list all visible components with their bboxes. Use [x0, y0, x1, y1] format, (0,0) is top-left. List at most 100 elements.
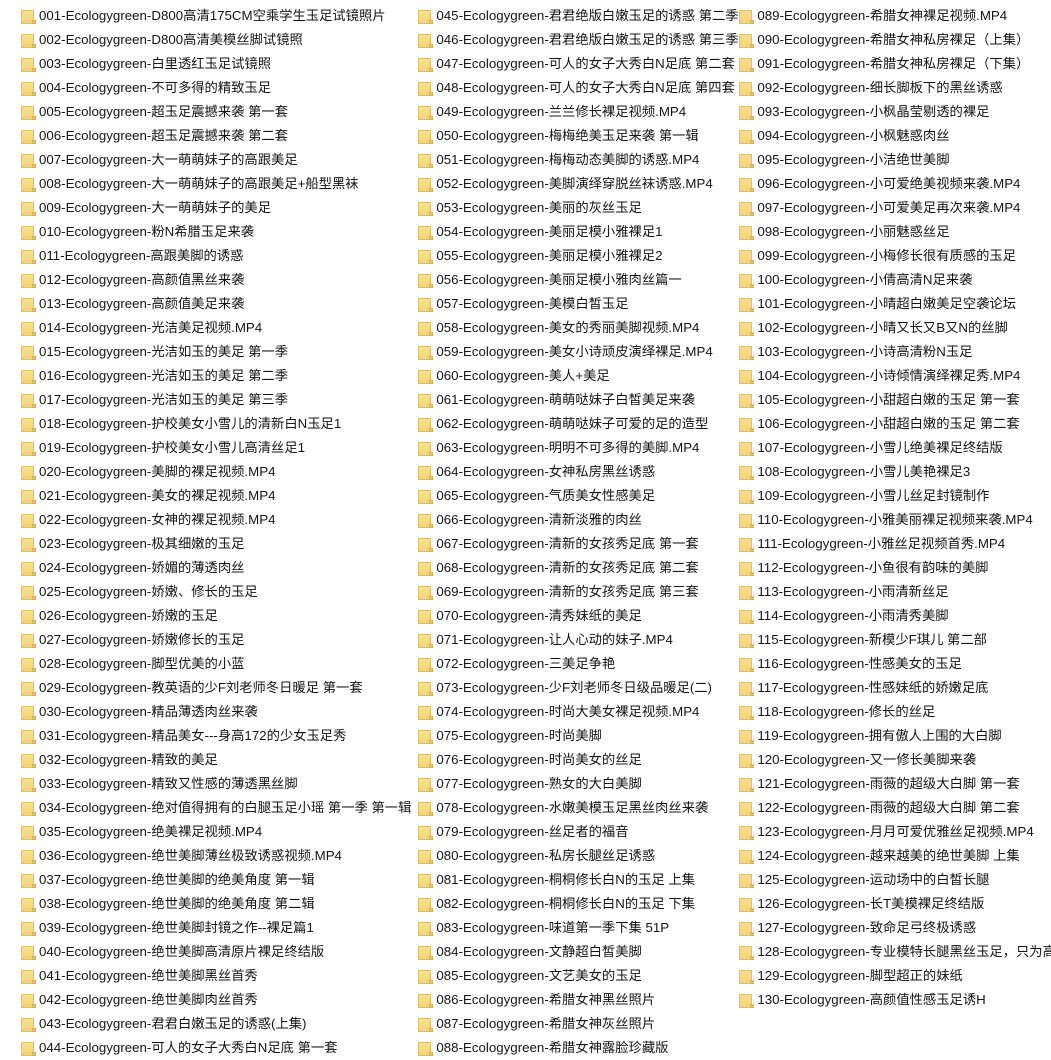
file-list-item[interactable]: 048-Ecologygreen-可人的女子大秀白N足底 第四套 [418, 76, 735, 100]
file-list-item[interactable]: 023-Ecologygreen-极其细嫩的玉足 [21, 532, 244, 556]
file-list-item[interactable]: 062-Ecologygreen-萌萌哒妹子可爱的足的造型 [418, 412, 708, 436]
file-list-item[interactable]: 032-Ecologygreen-精致的美足 [21, 748, 218, 772]
file-list-item[interactable]: 092-Ecologygreen-细长脚板下的黑丝诱惑 [739, 76, 1003, 100]
file-list-item[interactable]: 043-Ecologygreen-君君白嫩玉足的诱惑(上集) [21, 1012, 306, 1036]
file-list-item[interactable]: 066-Ecologygreen-清新淡雅的肉丝 [418, 508, 642, 532]
file-list-item[interactable]: 027-Ecologygreen-娇嫩修长的玉足 [21, 628, 244, 652]
file-list-item[interactable]: 035-Ecologygreen-绝美裸足视频.MP4 [21, 820, 262, 844]
file-list-item[interactable]: 101-Ecologygreen-小晴超白嫩美足空袭论坛 [739, 292, 1016, 316]
file-list-item[interactable]: 021-Ecologygreen-美女的裸足视频.MP4 [21, 484, 275, 508]
file-list-item[interactable]: 006-Ecologygreen-超玉足震撼来袭 第二套 [21, 124, 288, 148]
file-list-item[interactable]: 040-Ecologygreen-绝世美脚高清原片裸足终结版 [21, 940, 324, 964]
file-list-item[interactable]: 076-Ecologygreen-时尚美女的丝足 [418, 748, 642, 772]
file-list-item[interactable]: 109-Ecologygreen-小雪儿丝足封镜制作 [739, 484, 989, 508]
file-list-item[interactable]: 081-Ecologygreen-桐桐修长白N的玉足 上集 [418, 868, 695, 892]
file-list-item[interactable]: 126-Ecologygreen-长T美模裸足终结版 [739, 892, 984, 916]
file-list-item[interactable]: 119-Ecologygreen-拥有傲人上围的大白脚 [739, 724, 1002, 748]
file-list-item[interactable]: 042-Ecologygreen-绝世美脚肉丝首秀 [21, 988, 258, 1012]
file-list-item[interactable]: 030-Ecologygreen-精品薄透肉丝来袭 [21, 700, 258, 724]
file-list-item[interactable]: 117-Ecologygreen-性感妹纸的娇嫩足底 [739, 676, 988, 700]
file-list-item[interactable]: 095-Ecologygreen-小洁绝世美脚 [739, 148, 950, 172]
file-list-item[interactable]: 001-Ecologygreen-D800高清175CM空乘学生玉足试镜照片 [21, 4, 386, 28]
file-list-item[interactable]: 113-Ecologygreen-小雨清新丝足 [739, 580, 949, 604]
file-list-item[interactable]: 071-Ecologygreen-让人心动的妹子.MP4 [418, 628, 673, 652]
file-list-item[interactable]: 060-Ecologygreen-美人+美足 [418, 364, 610, 388]
file-list-item[interactable]: 026-Ecologygreen-娇嫩的玉足 [21, 604, 218, 628]
file-list-item[interactable]: 033-Ecologygreen-精致又性感的薄透黑丝脚 [21, 772, 298, 796]
file-list-item[interactable]: 037-Ecologygreen-绝世美脚的绝美角度 第一辑 [21, 868, 315, 892]
file-list-item[interactable]: 072-Ecologygreen-三美足争艳 [418, 652, 615, 676]
file-list-item[interactable]: 127-Ecologygreen-致命足弓终极诱惑 [739, 916, 976, 940]
file-list-item[interactable]: 041-Ecologygreen-绝世美脚黑丝首秀 [21, 964, 258, 988]
file-list-item[interactable]: 039-Ecologygreen-绝世美脚封镜之作--裸足篇1 [21, 916, 314, 940]
file-list-item[interactable]: 130-Ecologygreen-高颜值性感玉足诱H [739, 988, 986, 1012]
file-list-item[interactable]: 008-Ecologygreen-大一萌萌妹子的高跟美足+船型黑袜 [21, 172, 359, 196]
file-list-item[interactable]: 093-Ecologygreen-小枫晶莹剔透的裸足 [739, 100, 989, 124]
file-list-item[interactable]: 013-Ecologygreen-高颜值美足来袭 [21, 292, 244, 316]
file-list-item[interactable]: 111-Ecologygreen-小雅丝足视频首秀.MP4 [739, 532, 1005, 556]
file-list-item[interactable]: 088-Ecologygreen-希腊女神露脸珍藏版 [418, 1036, 668, 1060]
file-list-item[interactable]: 074-Ecologygreen-时尚大美女裸足视频.MP4 [418, 700, 699, 724]
file-list-item[interactable]: 120-Ecologygreen-又一修长美脚来袭 [739, 748, 976, 772]
file-list-item[interactable]: 090-Ecologygreen-希腊女神私房裸足（上集） [739, 28, 1029, 52]
file-list-item[interactable]: 096-Ecologygreen-小可爱绝美视频来袭.MP4 [739, 172, 1020, 196]
file-list-item[interactable]: 046-Ecologygreen-君君绝版白嫩玉足的诱惑 第三季 [418, 28, 739, 52]
file-list-item[interactable]: 129-Ecologygreen-脚型超正的妹纸 [739, 964, 963, 988]
file-list-item[interactable]: 014-Ecologygreen-光洁美足视频.MP4 [21, 316, 262, 340]
file-list-item[interactable]: 077-Ecologygreen-熟女的大白美脚 [418, 772, 642, 796]
file-list-item[interactable]: 069-Ecologygreen-清新的女孩秀足底 第三套 [418, 580, 699, 604]
file-list-item[interactable]: 054-Ecologygreen-美丽足模小雅裸足1 [418, 220, 663, 244]
file-list-item[interactable]: 122-Ecologygreen-雨薇的超级大白脚 第二套 [739, 796, 1020, 820]
file-list-item[interactable]: 102-Ecologygreen-小晴又长又B又N的丝脚 [739, 316, 1008, 340]
file-list-item[interactable]: 028-Ecologygreen-脚型优美的小蓝 [21, 652, 244, 676]
file-list-item[interactable]: 057-Ecologygreen-美模白皙玉足 [418, 292, 629, 316]
file-list-item[interactable]: 105-Ecologygreen-小甜超白嫩的玉足 第一套 [739, 388, 1020, 412]
file-list-item[interactable]: 080-Ecologygreen-私房长腿丝足诱惑 [418, 844, 655, 868]
file-list-item[interactable]: 011-Ecologygreen-高跟美脚的诱惑 [21, 244, 243, 268]
file-list-item[interactable]: 017-Ecologygreen-光洁如玉的美足 第三季 [21, 388, 288, 412]
file-list-item[interactable]: 056-Ecologygreen-美丽足模小雅肉丝篇一 [418, 268, 682, 292]
file-list-item[interactable]: 058-Ecologygreen-美女的秀丽美脚视频.MP4 [418, 316, 699, 340]
file-list-item[interactable]: 052-Ecologygreen-美脚演绎穿脱丝袜诱惑.MP4 [418, 172, 713, 196]
file-list-item[interactable]: 018-Ecologygreen-护校美女小雪儿的清新白N玉足1 [21, 412, 341, 436]
file-list-item[interactable]: 036-Ecologygreen-绝世美脚薄丝极致诱惑视频.MP4 [21, 844, 342, 868]
file-list-item[interactable]: 078-Ecologygreen-水嫩美模玉足黑丝肉丝来袭 [418, 796, 708, 820]
file-list-item[interactable]: 115-Ecologygreen-新模少F琪儿 第二部 [739, 628, 987, 652]
file-list-item[interactable]: 024-Ecologygreen-娇媚的薄透肉丝 [21, 556, 244, 580]
file-list-item[interactable]: 079-Ecologygreen-丝足者的福音 [418, 820, 629, 844]
file-list-item[interactable]: 002-Ecologygreen-D800高清美模丝脚试镜照 [21, 28, 303, 52]
file-list-item[interactable]: 055-Ecologygreen-美丽足模小雅裸足2 [418, 244, 663, 268]
file-list-item[interactable]: 075-Ecologygreen-时尚美脚 [418, 724, 602, 748]
file-list-item[interactable]: 125-Ecologygreen-运动场中的白皙长腿 [739, 868, 989, 892]
file-list-item[interactable]: 110-Ecologygreen-小雅美丽裸足视频来袭.MP4 [739, 508, 1033, 532]
file-list-item[interactable]: 005-Ecologygreen-超玉足震撼来袭 第一套 [21, 100, 288, 124]
file-list-item[interactable]: 051-Ecologygreen-梅梅动态美脚的诱惑.MP4 [418, 148, 699, 172]
file-list-item[interactable]: 106-Ecologygreen-小甜超白嫩的玉足 第二套 [739, 412, 1020, 436]
file-list-item[interactable]: 089-Ecologygreen-希腊女神裸足视频.MP4 [739, 4, 1007, 28]
file-list-item[interactable]: 108-Ecologygreen-小雪儿美艳裸足3 [739, 460, 970, 484]
file-list-item[interactable]: 087-Ecologygreen-希腊女神灰丝照片 [418, 1012, 655, 1036]
file-list-item[interactable]: 091-Ecologygreen-希腊女神私房裸足（下集） [739, 52, 1029, 76]
file-list-item[interactable]: 073-Ecologygreen-少F刘老师冬日级品暖足(二) [418, 676, 712, 700]
file-list-item[interactable]: 082-Ecologygreen-桐桐修长白N的玉足 下集 [418, 892, 695, 916]
file-list-item[interactable]: 010-Ecologygreen-粉N希腊玉足来袭 [21, 220, 254, 244]
file-list-item[interactable]: 114-Ecologygreen-小雨清秀美脚 [739, 604, 949, 628]
file-list-item[interactable]: 084-Ecologygreen-文静超白皙美脚 [418, 940, 642, 964]
file-list-item[interactable]: 094-Ecologygreen-小枫魅惑肉丝 [739, 124, 950, 148]
file-list-item[interactable]: 121-Ecologygreen-雨薇的超级大白脚 第一套 [739, 772, 1020, 796]
file-list-item[interactable]: 100-Ecologygreen-小倩高清N足来袭 [739, 268, 972, 292]
file-list-item[interactable]: 065-Ecologygreen-气质美女性感美足 [418, 484, 655, 508]
file-list-item[interactable]: 020-Ecologygreen-美脚的裸足视频.MP4 [21, 460, 275, 484]
file-list-item[interactable]: 012-Ecologygreen-高颜值黑丝来袭 [21, 268, 244, 292]
file-list-item[interactable]: 085-Ecologygreen-文艺美女的玉足 [418, 964, 642, 988]
file-list-item[interactable]: 103-Ecologygreen-小诗高清粉N玉足 [739, 340, 972, 364]
file-list-item[interactable]: 063-Ecologygreen-明明不可多得的美脚.MP4 [418, 436, 699, 460]
file-list-item[interactable]: 031-Ecologygreen-精品美女---身高172的少女玉足秀 [21, 724, 346, 748]
file-list-item[interactable]: 016-Ecologygreen-光洁如玉的美足 第二季 [21, 364, 288, 388]
file-list-item[interactable]: 022-Ecologygreen-女神的裸足视频.MP4 [21, 508, 275, 532]
file-list-item[interactable]: 118-Ecologygreen-修长的丝足 [739, 700, 935, 724]
file-list-item[interactable]: 044-Ecologygreen-可人的女子大秀白N足底 第一套 [21, 1036, 338, 1060]
file-list-item[interactable]: 038-Ecologygreen-绝世美脚的绝美角度 第二辑 [21, 892, 315, 916]
file-list-item[interactable]: 003-Ecologygreen-白里透红玉足试镜照 [21, 52, 271, 76]
file-list-item[interactable]: 025-Ecologygreen-娇嫩、修长的玉足 [21, 580, 258, 604]
